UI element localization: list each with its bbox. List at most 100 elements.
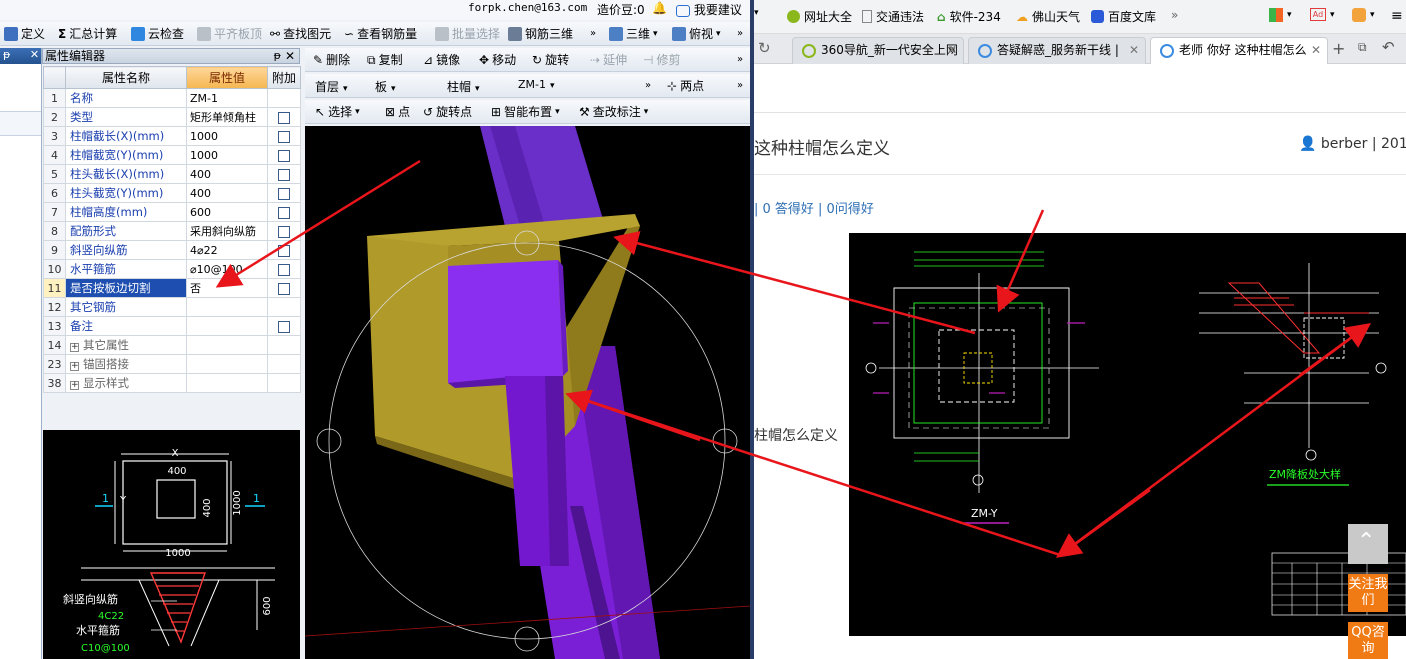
pin-icon[interactable]: ᵽ xyxy=(274,49,281,63)
tab-360[interactable]: 360导航_新一代安全上网 ✕ xyxy=(792,37,964,64)
tab-current[interactable]: 老师 你好 这种柱帽怎么 ✕ xyxy=(1150,37,1328,64)
property-value[interactable]: 400 xyxy=(186,183,268,203)
layer-more-2[interactable]: » xyxy=(737,77,743,95)
back-to-top-button[interactable]: ⌃ xyxy=(1348,524,1388,564)
bookmark-2[interactable]: ⌂ 软件-234 xyxy=(937,8,1001,25)
close-icon[interactable]: ✕ xyxy=(285,49,295,63)
extension-icon[interactable]: ▾ xyxy=(1352,8,1375,22)
bookmark-3[interactable]: ☁ 佛山天气 xyxy=(1016,8,1080,25)
property-row[interactable]: 10 水平箍筋 ⌀10@100 xyxy=(43,259,301,279)
delete-button[interactable]: ✎ 删除 xyxy=(313,51,350,69)
attach-checkbox[interactable] xyxy=(278,111,290,124)
property-value[interactable]: 4⌀22 xyxy=(186,240,268,260)
summary-button[interactable]: Σ 汇总计算 xyxy=(58,25,117,43)
rotate-button[interactable]: ↻ 旋转 xyxy=(532,51,569,69)
property-value[interactable] xyxy=(186,297,268,317)
tab-qa[interactable]: 答疑解惑_服务新干线 | ✕ xyxy=(968,37,1146,64)
bookmarks-more[interactable]: » xyxy=(1171,8,1178,22)
follow-us-button[interactable]: 关注我们 xyxy=(1348,574,1388,612)
attach-checkbox[interactable] xyxy=(278,263,290,276)
attach-checkbox[interactable] xyxy=(278,206,290,219)
property-value[interactable]: 采用斜向纵筋 xyxy=(186,221,268,241)
two-points-button[interactable]: ⊹ 两点 xyxy=(667,77,704,95)
pin-icon[interactable]: ᵽ xyxy=(3,48,10,61)
batch-select-button[interactable]: 批量选择 xyxy=(435,25,500,43)
property-value[interactable] xyxy=(186,373,268,393)
move-button[interactable]: ✥ 移动 xyxy=(479,51,516,69)
undo-close-icon[interactable]: ↶ xyxy=(1382,38,1395,56)
attach-checkbox[interactable] xyxy=(278,244,290,257)
smart-place-button[interactable]: ⊞ 智能布置 ▾ xyxy=(491,103,560,121)
property-value[interactable] xyxy=(186,316,268,336)
point-button[interactable]: ⊠ 点 xyxy=(385,103,410,121)
property-row[interactable]: 8 配筋形式 采用斜向纵筋 xyxy=(43,221,301,241)
toolbar-more-1[interactable]: » xyxy=(590,25,596,43)
expand-icon[interactable]: + xyxy=(70,343,79,352)
refresh-icon[interactable]: ↻ xyxy=(758,39,771,57)
toolbar-more-2[interactable]: » xyxy=(737,25,743,43)
property-row[interactable]: 4 柱帽截宽(Y)(mm) 1000 xyxy=(43,145,301,165)
copy-button[interactable]: ⧉ 复制 xyxy=(367,51,403,69)
type-select[interactable]: 柱帽 xyxy=(447,78,517,94)
author-date[interactable]: berber | 2017- xyxy=(1321,136,1406,152)
rotate-point-button[interactable]: ↺ 旋转点 xyxy=(423,103,472,121)
property-value[interactable]: ⌀10@100 xyxy=(186,259,268,279)
view-rebar-button[interactable]: ∽ 查看钢筋量 xyxy=(344,25,417,43)
property-row[interactable]: 5 柱头截长(X)(mm) 400 xyxy=(43,164,301,184)
attach-checkbox[interactable] xyxy=(278,282,290,295)
bookmark-1[interactable]: 交通违法 xyxy=(862,8,924,25)
property-value[interactable]: 1000 xyxy=(186,145,268,165)
mirror-button[interactable]: ⊿ 镜像 xyxy=(423,51,460,69)
define-button[interactable]: 定义 xyxy=(4,25,45,43)
vote-stats[interactable]: | 0 答得好 | 0问得好 xyxy=(754,198,874,217)
floor-select[interactable]: 首层 xyxy=(315,78,375,94)
property-row[interactable]: 11 是否按板边切割 否 xyxy=(43,278,301,298)
new-tab-icon[interactable]: + xyxy=(1332,39,1345,58)
property-value[interactable]: 600 xyxy=(186,202,268,222)
attach-checkbox[interactable] xyxy=(278,187,290,200)
attach-checkbox[interactable] xyxy=(278,225,290,238)
property-row[interactable]: 13 备注 xyxy=(43,316,301,336)
expand-icon[interactable]: + xyxy=(70,381,79,390)
property-value[interactable]: ZM-1 xyxy=(186,88,268,108)
adblock-icon[interactable]: Ad ▾ xyxy=(1310,8,1335,21)
property-row[interactable]: 38 + 显示样式 xyxy=(43,373,301,393)
attach-checkbox[interactable] xyxy=(278,168,290,181)
layer-more[interactable]: » xyxy=(645,77,651,95)
attach-checkbox[interactable] xyxy=(278,320,290,333)
modify-annotation-button[interactable]: ⚒ 查改标注 ▾ xyxy=(579,103,648,121)
property-row[interactable]: 9 斜竖向纵筋 4⌀22 xyxy=(43,240,301,260)
close-icon[interactable]: ✕ xyxy=(1311,38,1321,63)
property-value[interactable] xyxy=(186,335,268,355)
property-row[interactable]: 3 柱帽截长(X)(mm) 1000 xyxy=(43,126,301,146)
property-row[interactable]: 14 + 其它属性 xyxy=(43,335,301,355)
property-row[interactable]: 7 柱帽高度(mm) 600 xyxy=(43,202,301,222)
bookmark-0[interactable]: 网址大全 xyxy=(787,8,852,25)
select-button[interactable]: ↖ 选择 ▾ xyxy=(315,103,360,121)
suggest-link[interactable]: 我要建议 xyxy=(676,1,742,18)
property-value[interactable]: 400 xyxy=(186,164,268,184)
property-value[interactable]: 否 xyxy=(186,278,268,298)
element-select[interactable]: ZM-1 xyxy=(518,78,588,94)
bell-icon[interactable]: 🔔 xyxy=(652,1,667,15)
cloud-check-button[interactable]: 云检查 xyxy=(131,25,184,43)
view-3d-button[interactable]: 三维 ▾ xyxy=(609,25,658,43)
category-select[interactable]: 板 xyxy=(375,78,445,94)
attach-checkbox[interactable] xyxy=(278,149,290,162)
trim-button[interactable]: ⊣ 修剪 xyxy=(643,51,680,69)
extend-button[interactable]: ⇢ 延伸 xyxy=(590,51,627,69)
find-element-button[interactable]: ⚯ 查找图元 xyxy=(270,25,331,43)
property-row[interactable]: 23 + 锚固搭接 xyxy=(43,354,301,374)
apps-icon[interactable]: ▾ xyxy=(1269,8,1292,22)
qq-consult-button[interactable]: QQ咨询 xyxy=(1348,622,1388,659)
attach-checkbox[interactable] xyxy=(278,130,290,143)
property-row[interactable]: 12 其它钢筋 xyxy=(43,297,301,317)
3d-viewport[interactable] xyxy=(305,126,750,659)
bookmark-fragment[interactable]: ▾ xyxy=(754,8,759,18)
property-row[interactable]: 1 名称 ZM-1 xyxy=(43,88,301,108)
close-icon[interactable]: ✕ xyxy=(1129,38,1139,63)
close-icon[interactable]: ✕ xyxy=(947,38,957,63)
expand-icon[interactable]: + xyxy=(70,362,79,371)
property-row[interactable]: 2 类型 矩形单倾角柱 xyxy=(43,107,301,127)
bookmark-4[interactable]: 百度文库 xyxy=(1091,8,1156,25)
